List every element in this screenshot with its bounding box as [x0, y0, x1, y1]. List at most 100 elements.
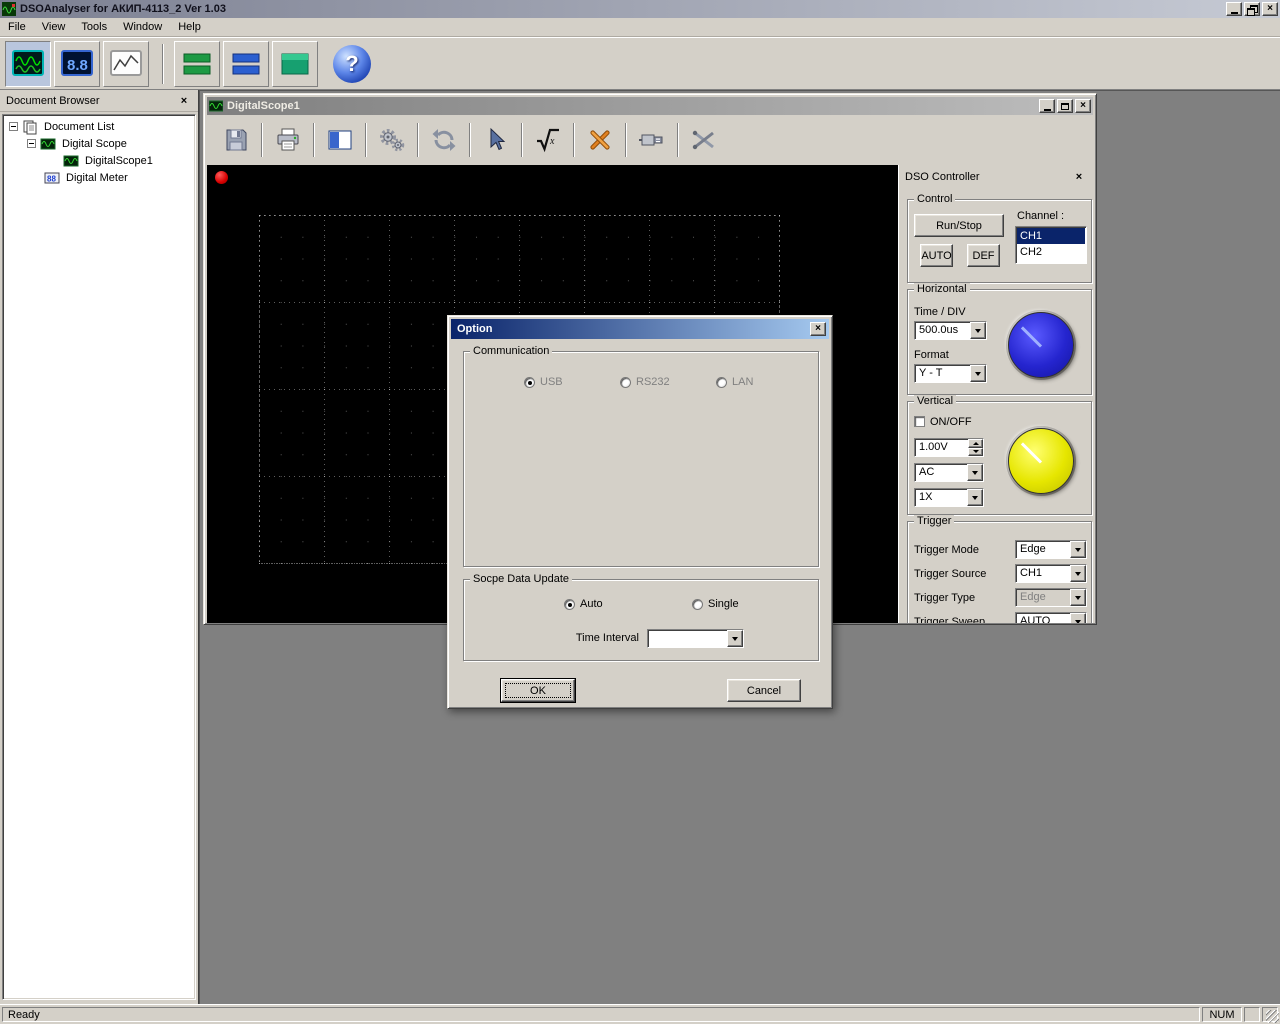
- digitalscope-titlebar[interactable]: DigitalScope1 ×: [207, 97, 1093, 115]
- app-close-button[interactable]: ×: [1262, 2, 1278, 16]
- collapse-toggle-icon[interactable]: [9, 122, 18, 131]
- channel-option-ch1[interactable]: CH1: [1017, 228, 1085, 244]
- collapse-toggle-icon[interactable]: [27, 139, 36, 148]
- digital-scope-document-button[interactable]: [5, 40, 51, 87]
- format-select[interactable]: Y - T: [914, 364, 987, 383]
- vertical-onoff-checkbox[interactable]: [914, 416, 925, 427]
- trigger-sweep-select[interactable]: AUTO: [1015, 612, 1087, 623]
- horizontal-group-legend: Horizontal: [914, 283, 970, 295]
- lan-radio[interactable]: LAN: [716, 376, 753, 388]
- refresh-button[interactable]: [425, 120, 463, 160]
- dropdown-button[interactable]: [1070, 613, 1086, 623]
- horizontal-group: Horizontal Time / DIV 500.0us Format Y -…: [907, 283, 1092, 395]
- math-function-button[interactable]: x: [529, 120, 567, 160]
- document-list-icon: [22, 119, 38, 135]
- menu-help[interactable]: Help: [170, 19, 209, 35]
- trigger-mode-label: Trigger Mode: [914, 544, 980, 556]
- volts-div-spinner[interactable]: 1.00V: [914, 438, 984, 457]
- rs232-radio[interactable]: RS232: [620, 376, 670, 388]
- svg-text:88: 88: [47, 174, 56, 183]
- blue-bars-icon: [230, 49, 262, 79]
- resize-grip[interactable]: [1266, 1010, 1279, 1023]
- dropdown-button[interactable]: [970, 365, 986, 382]
- communication-group-legend: Communication: [470, 345, 553, 357]
- dropdown-button[interactable]: [727, 630, 743, 647]
- maximize-view-button[interactable]: [272, 40, 318, 87]
- usb-radio[interactable]: USB: [524, 376, 563, 388]
- dropdown-button[interactable]: [967, 489, 983, 506]
- refresh-icon: [430, 126, 458, 154]
- ok-button[interactable]: OK: [501, 679, 575, 702]
- menu-tools[interactable]: Tools: [73, 19, 115, 35]
- app-restore-button[interactable]: [1244, 2, 1260, 16]
- time-div-select[interactable]: 500.0us: [914, 321, 987, 340]
- analyser-document-button[interactable]: [103, 40, 149, 87]
- connect-device-button[interactable]: [633, 120, 671, 160]
- vertical-position-knob[interactable]: [1008, 428, 1074, 494]
- auto-update-radio[interactable]: Auto: [564, 598, 603, 610]
- print-icon: [274, 126, 302, 154]
- option-dialog-close-button[interactable]: ×: [810, 322, 826, 336]
- scope-data-update-group: Socpe Data Update Auto Single Time Inter…: [463, 573, 819, 661]
- trigger-mode-value: Edge: [1020, 543, 1046, 555]
- toolbar-separator: [365, 123, 367, 157]
- knob-pointer: [1020, 442, 1043, 464]
- menu-file[interactable]: File: [0, 19, 34, 35]
- tree-item-digitalscope1[interactable]: DigitalScope1: [3, 152, 195, 169]
- controller-close-icon[interactable]: ×: [1071, 170, 1087, 184]
- channel-label: Channel :: [1017, 210, 1065, 222]
- scope-data-update-legend: Socpe Data Update: [470, 573, 573, 585]
- green-bars-icon: [181, 49, 213, 79]
- scope-minimize-button[interactable]: [1039, 99, 1055, 113]
- digital-meter-document-button[interactable]: 8.8: [54, 40, 100, 87]
- auto-button[interactable]: AUTO: [920, 244, 953, 267]
- coupling-value: AC: [919, 466, 935, 478]
- dropdown-button[interactable]: [1070, 565, 1086, 582]
- menu-window[interactable]: Window: [115, 19, 170, 35]
- app-minimize-button[interactable]: [1226, 2, 1242, 16]
- def-button[interactable]: DEF: [967, 244, 1000, 267]
- settings-button[interactable]: [373, 120, 411, 160]
- channel-listbox[interactable]: CH1 CH2: [1015, 226, 1087, 264]
- disconnect-device-button[interactable]: [685, 120, 723, 160]
- trigger-sweep-value: AUTO: [1020, 615, 1051, 623]
- toggle-controller-panel-button[interactable]: [321, 120, 359, 160]
- trigger-source-select[interactable]: CH1: [1015, 564, 1087, 583]
- print-button[interactable]: [269, 120, 307, 160]
- single-update-radio[interactable]: Single: [692, 598, 739, 610]
- arrange-meter-views-button[interactable]: [223, 40, 269, 87]
- spin-up-button[interactable]: [968, 439, 983, 448]
- scope-close-button[interactable]: ×: [1075, 99, 1091, 113]
- options-button[interactable]: [581, 120, 619, 160]
- arrange-scope-views-button[interactable]: [174, 40, 220, 87]
- coupling-select[interactable]: AC: [914, 463, 984, 482]
- tree-item-document-list[interactable]: Document List: [3, 118, 195, 135]
- option-dialog-titlebar[interactable]: Option ×: [451, 319, 829, 339]
- help-button[interactable]: ?: [329, 40, 375, 87]
- trigger-mode-select[interactable]: Edge: [1015, 540, 1087, 559]
- run-stop-button[interactable]: Run/Stop: [914, 214, 1004, 237]
- svg-text:8.8: 8.8: [67, 57, 88, 74]
- spin-down-button[interactable]: [968, 447, 983, 456]
- scope-maximize-button[interactable]: [1057, 99, 1073, 113]
- tree-item-digital-meter[interactable]: 88 Digital Meter: [3, 169, 195, 186]
- cursor-tool-button[interactable]: [477, 120, 515, 160]
- document-browser-close-icon[interactable]: ×: [176, 94, 192, 108]
- dropdown-button[interactable]: [967, 464, 983, 481]
- probe-select[interactable]: 1X: [914, 488, 984, 507]
- save-button[interactable]: [217, 120, 255, 160]
- cancel-label: Cancel: [746, 684, 782, 697]
- dropdown-button[interactable]: [1070, 541, 1086, 558]
- tree-item-digital-scope[interactable]: Digital Scope: [3, 135, 195, 152]
- horizontal-position-knob[interactable]: [1008, 312, 1074, 378]
- status-ready-text: Ready: [8, 1008, 40, 1021]
- dropdown-button[interactable]: [970, 322, 986, 339]
- time-interval-select[interactable]: [647, 629, 744, 648]
- menu-view[interactable]: View: [34, 19, 74, 35]
- volts-div-value: 1.00V: [919, 441, 948, 453]
- channel-option-ch2[interactable]: CH2: [1017, 244, 1085, 260]
- cancel-button[interactable]: Cancel: [727, 679, 801, 702]
- radio-circle-icon: [564, 598, 575, 610]
- main-toolbar: 8.8 ?: [0, 37, 1280, 90]
- crossed-tools-icon: [586, 126, 614, 154]
